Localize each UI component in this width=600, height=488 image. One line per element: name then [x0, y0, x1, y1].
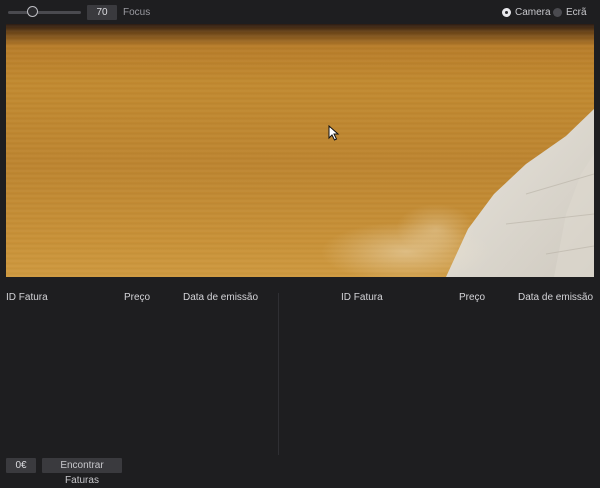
- top-toolbar: 70 Focus Camera Ecrã: [0, 0, 600, 24]
- find-invoices-button[interactable]: Encontrar Faturas: [42, 458, 122, 486]
- radio-unselected-icon[interactable]: [553, 8, 562, 17]
- column-header-date[interactable]: Data de emissão: [518, 292, 593, 303]
- column-header-id[interactable]: ID Fatura: [6, 292, 48, 303]
- invoice-table-left: ID Fatura Preço Data de emissão: [0, 285, 275, 455]
- panel-divider[interactable]: [278, 293, 279, 455]
- focus-slider[interactable]: [8, 11, 81, 14]
- column-header-price[interactable]: Preço: [459, 292, 485, 303]
- total-field[interactable]: 0€: [6, 458, 36, 473]
- source-radio-camera[interactable]: Camera: [502, 7, 551, 18]
- camera-frame-image: [321, 109, 594, 277]
- bottom-bar: 0€ Encontrar Faturas: [0, 455, 600, 486]
- arrow-cursor-icon: [328, 125, 340, 141]
- source-radio-screen-label: Ecrã: [566, 7, 587, 18]
- invoice-table-right: ID Fatura Preço Data de emissão: [335, 285, 600, 455]
- column-header-price[interactable]: Preço: [124, 292, 150, 303]
- column-header-id[interactable]: ID Fatura: [341, 292, 383, 303]
- source-radio-camera-label: Camera: [515, 7, 551, 18]
- camera-preview[interactable]: [6, 24, 594, 277]
- column-header-date[interactable]: Data de emissão: [183, 292, 258, 303]
- focus-label: Focus: [123, 7, 151, 18]
- radio-selected-icon[interactable]: [502, 8, 511, 17]
- source-radio-screen[interactable]: Ecrã: [553, 7, 587, 18]
- focus-value-field[interactable]: 70: [87, 5, 117, 20]
- focus-slider-thumb[interactable]: [26, 6, 38, 17]
